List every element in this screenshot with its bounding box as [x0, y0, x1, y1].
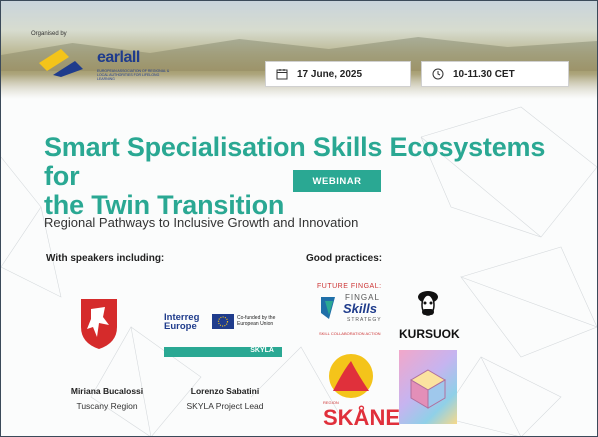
- fingal-skills-logo: FUTURE FINGAL: FINGAL Skills STRATEGY SK…: [317, 283, 389, 343]
- calendar-icon: [276, 69, 288, 80]
- cow-icon: [418, 291, 438, 316]
- speakers-label: With speakers including:: [46, 253, 165, 264]
- earlall-name: earlall: [97, 49, 140, 66]
- webinar-badge: WEBINAR: [293, 170, 381, 192]
- fingal-line-3: Skills: [343, 301, 377, 316]
- fingal-line-5: SKILL COLLABORATION ACTION: [319, 331, 381, 336]
- organised-by-label: Organised by: [31, 31, 67, 37]
- interreg-skyla-logo: Interreg Europe Co-funded by the Europea…: [164, 313, 282, 357]
- event-banner: Organised by earlall EUROPEAN ASSOCIATIO…: [0, 0, 598, 437]
- fingal-mark-icon: [321, 297, 335, 319]
- skyla-label: SKYLA: [250, 347, 274, 354]
- practices-label: Good practices:: [306, 253, 383, 264]
- clock-icon: [432, 68, 444, 80]
- tuscany-coat-of-arms: [81, 299, 117, 349]
- event-time: 10-11.30 CET: [453, 68, 515, 80]
- earlall-subtitle: EUROPEAN ASSOCIATION OF REGIONAL & LOCAL…: [97, 69, 170, 81]
- event-subtitle: Regional Pathways to Inclusive Growth an…: [44, 215, 359, 230]
- earlall-logo-mark: [39, 49, 83, 77]
- skane-logo-mark: [329, 354, 373, 398]
- speaker-2-role: SKYLA Project Lead: [186, 401, 264, 411]
- speaker-1-name: Miriana Bucalossi: [70, 386, 144, 396]
- eu-flag-icon: [212, 314, 234, 329]
- kursuok-logo: KURSUOK: [399, 327, 460, 341]
- speaker-1-role: Tuscany Region: [76, 401, 138, 411]
- fingal-line-4: STRATEGY: [347, 317, 382, 323]
- speaker-2-name: Lorenzo Sabatini: [190, 386, 260, 396]
- fingal-line-1: FUTURE FINGAL:: [317, 283, 382, 290]
- event-date: 17 June, 2025: [297, 68, 363, 80]
- earlall-logo[interactable]: earlall EUROPEAN ASSOCIATION OF REGIONAL…: [39, 47, 169, 81]
- cofunded-text: Co-funded by the European Union: [237, 315, 276, 327]
- skyla-bar: SKYLA: [164, 347, 282, 357]
- cube-image: [399, 350, 457, 424]
- interreg-line-2: Europe: [164, 321, 197, 332]
- time-box: 10-11.30 CET: [421, 61, 569, 87]
- cube-icon: [410, 369, 446, 409]
- skane-name: SKÅNE: [323, 405, 401, 430]
- date-box: 17 June, 2025: [265, 61, 411, 87]
